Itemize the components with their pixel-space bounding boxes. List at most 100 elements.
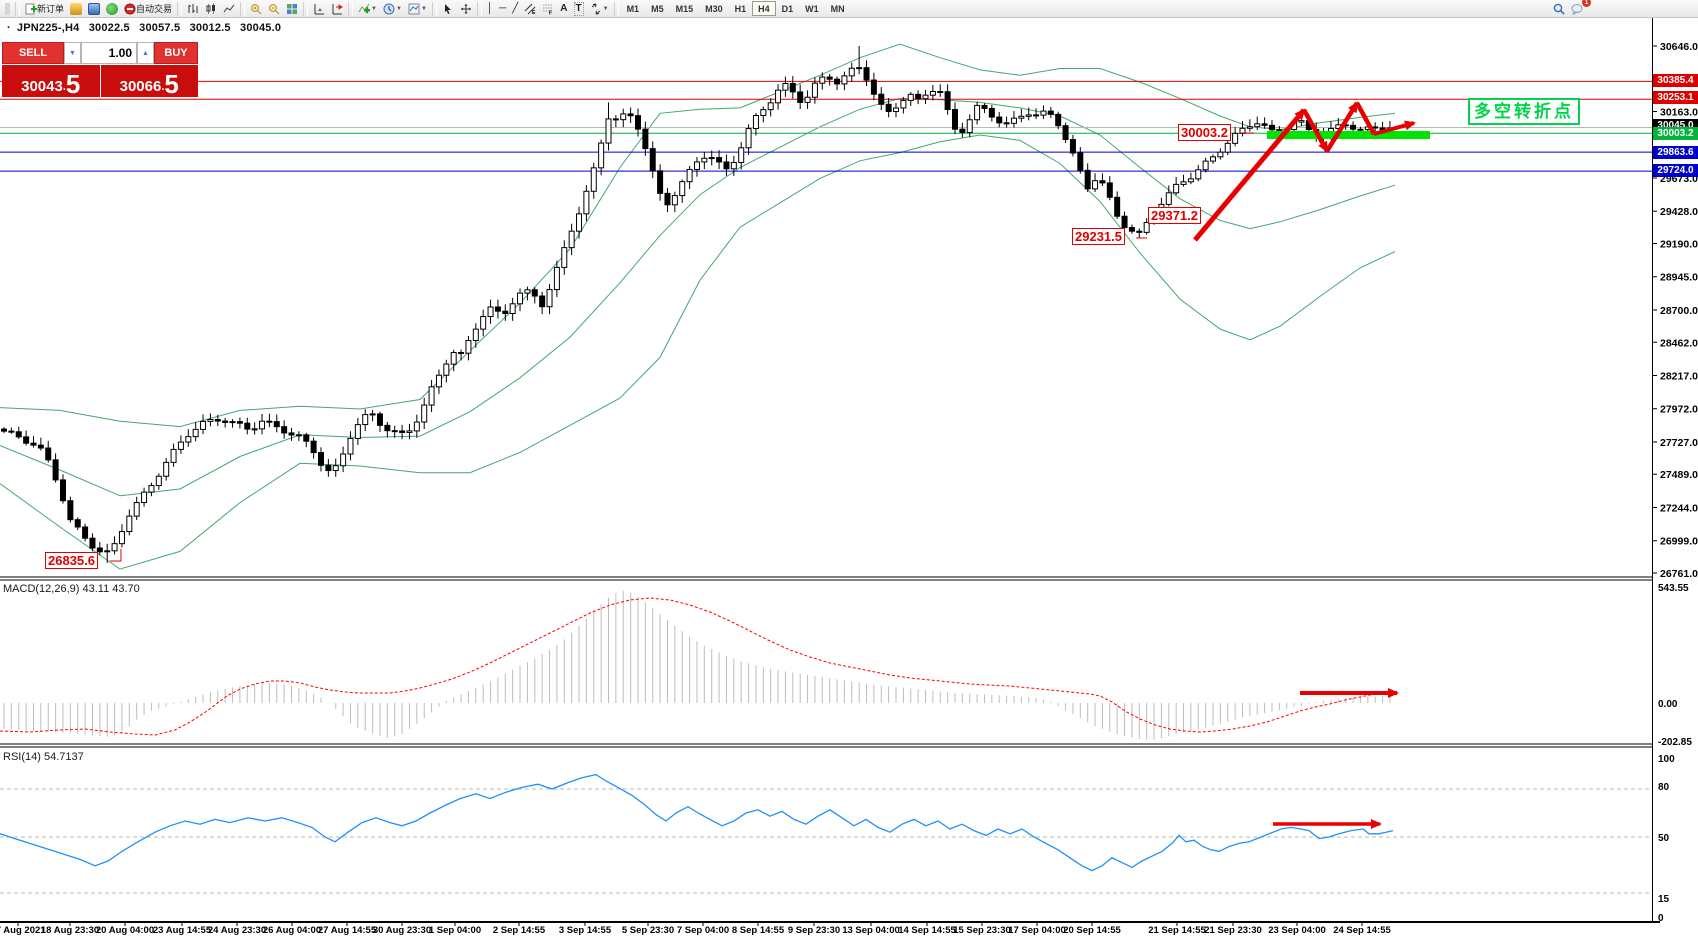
time-tick-label[interactable]: 27 Aug 14:55 <box>318 925 377 936</box>
price-annotation-29231[interactable]: 29231.5 <box>1072 228 1125 245</box>
candlestick <box>1093 181 1098 189</box>
candlestick <box>370 414 375 415</box>
caret-up-icon: ▲ <box>142 50 149 57</box>
time-tick-label[interactable]: 17 Sep 04:00 <box>1008 925 1066 936</box>
buy-price[interactable]: 30066.5 <box>101 65 199 97</box>
candlestick <box>547 290 552 307</box>
volume-decrease-button[interactable]: ▼ <box>64 42 81 64</box>
candlestick <box>1034 115 1039 116</box>
candlestick <box>1137 231 1142 232</box>
price-axis-badge: 30003.2 <box>1653 127 1698 140</box>
candlestick <box>436 375 441 387</box>
candlestick <box>488 307 493 317</box>
candlestick <box>400 431 405 432</box>
candlestick <box>790 83 795 91</box>
candlestick <box>444 364 449 375</box>
indicator-scale-label: 80 <box>1658 782 1670 793</box>
time-tick-label[interactable]: 3 Sep 14:55 <box>559 925 612 936</box>
time-tick-label[interactable]: 23 Sep 04:00 <box>1268 925 1326 936</box>
time-tick-label[interactable]: 15 Sep 23:30 <box>953 925 1011 936</box>
candlestick <box>982 105 987 108</box>
support-zone-bar[interactable] <box>1267 131 1430 139</box>
candlestick <box>341 454 346 466</box>
price-axis-badge: 29863.6 <box>1653 146 1698 159</box>
candlestick <box>348 438 353 454</box>
candlestick <box>952 110 957 130</box>
candlestick <box>540 296 545 307</box>
sell-price[interactable]: 30043.5 <box>2 65 101 97</box>
candlestick <box>208 420 213 422</box>
candlestick <box>46 448 51 460</box>
time-tick-label[interactable]: 13 Sep 04:00 <box>842 925 900 936</box>
candlestick <box>827 77 832 79</box>
price-annotation-30003[interactable]: 30003.2 <box>1178 124 1231 141</box>
sell-button[interactable]: SELL <box>2 42 64 64</box>
time-tick-label[interactable]: 1 Sep 04:00 <box>429 925 481 936</box>
price-tick-label: 27727.0 <box>1660 437 1698 449</box>
time-tick-label[interactable]: 24 Aug 23:30 <box>208 925 266 936</box>
time-tick-label[interactable]: 8 Sep 14:55 <box>732 925 785 936</box>
candlestick <box>577 214 582 231</box>
candlestick <box>635 116 640 129</box>
candlestick <box>1078 153 1083 170</box>
time-tick-label[interactable]: 14 Sep 14:55 <box>898 925 956 936</box>
caret-down-icon: ▼ <box>69 50 76 57</box>
time-tick-label[interactable]: 24 Sep 14:55 <box>1333 925 1391 936</box>
time-tick-label[interactable]: 23 Aug 14:55 <box>153 925 212 936</box>
candlestick <box>1299 121 1304 122</box>
chart-canvas[interactable]: 30646.030163.029673.029428.029190.028945… <box>0 0 1698 937</box>
candlestick <box>363 415 368 425</box>
candlestick <box>282 427 287 433</box>
time-tick-label[interactable]: 2 Sep 14:55 <box>493 925 546 936</box>
candlestick <box>894 108 899 112</box>
candlestick <box>223 421 228 422</box>
candlestick <box>1233 133 1238 143</box>
time-tick-label[interactable]: 7 Sep 04:00 <box>677 925 729 936</box>
time-tick-label[interactable]: 26 Aug 04:00 <box>263 925 321 936</box>
candlestick <box>267 421 272 422</box>
candlestick <box>1203 161 1208 170</box>
ohlc-open: 30022.5 <box>89 22 130 34</box>
volume-increase-button[interactable]: ▲ <box>137 42 154 64</box>
candlestick <box>495 307 500 311</box>
time-tick-label[interactable]: 5 Sep 23:30 <box>622 925 674 936</box>
candlestick <box>665 193 670 204</box>
candlestick <box>1085 170 1090 189</box>
price-annotation-29371[interactable]: 29371.2 <box>1148 207 1201 224</box>
time-tick-label[interactable]: 17 Aug 2021 <box>0 925 46 936</box>
sell-price-main: 30043 <box>21 78 63 95</box>
candlestick <box>119 532 124 544</box>
time-tick-label[interactable]: 30 Aug 23:30 <box>373 925 431 936</box>
candlestick <box>1100 181 1105 183</box>
candlestick <box>812 83 817 97</box>
candlestick <box>1129 228 1134 232</box>
candlestick <box>1174 184 1179 192</box>
bollinger-lower-band <box>0 135 1395 569</box>
candlestick <box>38 445 43 448</box>
candlestick <box>97 548 102 552</box>
candlestick <box>930 91 935 95</box>
time-tick-label[interactable]: 20 Aug 04:00 <box>96 925 154 936</box>
sell-price-pip: 5 <box>66 73 80 95</box>
candlestick <box>591 168 596 191</box>
candlestick <box>112 544 117 551</box>
price-annotation-26835[interactable]: 26835.6 <box>45 552 98 569</box>
time-tick-label[interactable]: 21 Sep 23:30 <box>1204 925 1262 936</box>
indicator-scale-label: 543.55 <box>1658 583 1689 594</box>
time-tick-label[interactable]: 9 Sep 23:30 <box>788 925 840 936</box>
candlestick <box>1004 123 1009 124</box>
time-tick-label[interactable]: 20 Sep 14:55 <box>1063 925 1121 936</box>
candlestick <box>1011 118 1016 123</box>
candlestick <box>835 79 840 84</box>
candlestick <box>1358 129 1363 130</box>
candlestick <box>245 423 250 429</box>
candlestick <box>864 68 869 80</box>
volume-input[interactable]: 1.00 <box>81 42 137 64</box>
candlestick <box>466 341 471 354</box>
candlestick <box>1048 111 1053 114</box>
time-tick-label[interactable]: 21 Sep 14:55 <box>1148 925 1206 936</box>
buy-button[interactable]: BUY <box>154 42 198 64</box>
time-tick-label[interactable]: 18 Aug 23:30 <box>41 925 99 936</box>
turning-point-annotation[interactable]: 多空转折点 <box>1468 98 1580 125</box>
candlestick <box>510 304 515 314</box>
